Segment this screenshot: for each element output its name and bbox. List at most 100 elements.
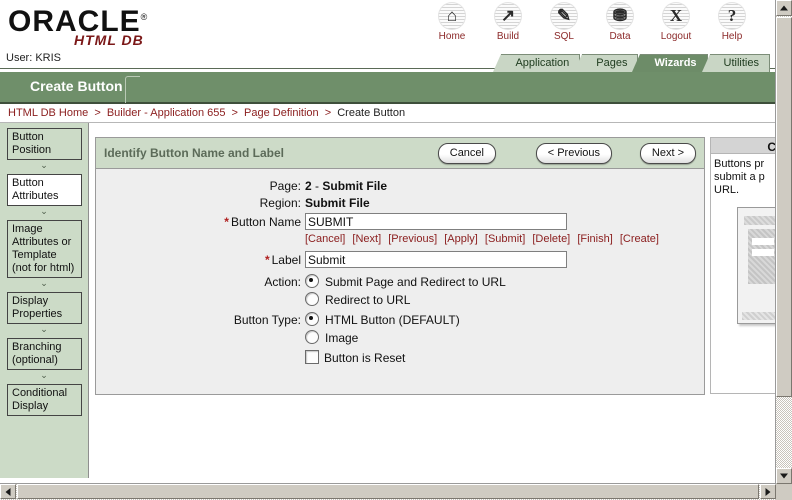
breadcrumb-item-builder[interactable]: Builder - Application 655 [107,107,226,119]
tab-pages[interactable]: Pages [574,54,639,72]
required-asterisk: * [264,252,270,267]
browser-viewport: ORACLE® HTML DB ⌂ Home ↗ Build ✎ SQL ⛃ D… [0,0,792,500]
horizontal-scrollbar[interactable] [0,483,776,500]
cancel-button[interactable]: Cancel [437,143,496,164]
action-label: Action: [264,274,301,289]
label-row: * Label [96,251,704,268]
radio-image-icon[interactable] [305,330,319,344]
action-option-1[interactable]: Submit Page and Redirect to URL [305,274,506,289]
home-icon: ⌂ [438,2,466,30]
help-panel-text: Buttons pr submit a p URL. [714,158,765,196]
vertical-scrollbar[interactable] [775,0,792,484]
checkbox-button-is-reset-icon[interactable] [305,350,319,364]
scrollbar-corner [776,484,792,500]
breadcrumb: HTML DB Home > Builder - Application 655… [8,107,405,119]
arrow-left-icon [5,487,11,496]
page-field-label: Page: [269,179,301,193]
htmldb-product-name: HTML DB [74,32,144,48]
label-input[interactable] [305,251,567,268]
help-glyph: ? [727,6,737,25]
scroll-down-button[interactable] [776,468,792,484]
breadcrumb-separator: > [231,107,238,119]
logout-icon: X [662,2,690,30]
label-field-label-text: Label [271,252,301,267]
radio-submit-redirect-icon[interactable] [305,274,319,288]
action-row-2: Redirect to URL [96,292,704,307]
reset-checkbox-group[interactable]: Button is Reset [305,350,405,365]
icon-navigation: ⌂ Home ↗ Build ✎ SQL ⛃ Data X Logout ? H… [430,0,754,42]
nav-build-label: Build [496,31,520,42]
panel-body: Page: 2 - Submit File Region: Submit Fil… [96,169,704,376]
scroll-right-button[interactable] [760,484,776,499]
tab-utilities[interactable]: Utilities [701,54,770,72]
action-row-1: Action: Submit Page and Redirect to URL [96,274,704,289]
tab-application[interactable]: Application [493,54,581,72]
scroll-left-button[interactable] [0,484,16,499]
breadcrumb-item-home[interactable]: HTML DB Home [8,107,88,119]
tab-wizards[interactable]: Wizards [632,54,708,72]
page-title-band: Create Button [0,72,776,104]
button-name-label: * Button Name [96,215,305,229]
shortcut-create[interactable]: [Create] [620,233,659,245]
sql-glyph: ✎ [556,6,572,25]
shortcut-finish[interactable]: [Finish] [577,233,612,245]
sidebar-item-branching[interactable]: Branching (optional) [7,338,82,370]
panel-title: Identify Button Name and Label [104,146,285,160]
region-row: Region: Submit File [96,196,704,210]
user-label: User: KRIS [6,52,62,64]
action-option-1-label: Submit Page and Redirect to URL [325,275,506,289]
button-type-option-2-label: Image [325,331,359,345]
shortcut-delete[interactable]: [Delete] [532,233,570,245]
region-field-label: Region: [259,196,301,210]
reset-checkbox-label: Button is Reset [324,351,406,365]
nav-sql-label: SQL [553,31,574,42]
shortcut-previous[interactable]: [Previous] [388,233,437,245]
button-type-row-1: Button Type: HTML Button (DEFAULT) [96,312,704,327]
sidebar-item-button-position[interactable]: Button Position [7,128,82,160]
nav-sql[interactable]: ✎ SQL [542,0,586,42]
shortcut-cancel[interactable]: [Cancel] [305,233,345,245]
help-panel: C Buttons pr submit a p URL. [710,137,780,394]
nav-help[interactable]: ? Help [710,0,754,42]
shortcut-submit[interactable]: [Submit] [485,233,525,245]
help-panel-title: C [711,138,779,154]
nav-home[interactable]: ⌂ Home [430,0,474,42]
illustration-button-2 [752,249,774,256]
data-glyph: ⛃ [612,6,628,25]
button-type-option-1[interactable]: HTML Button (DEFAULT) [305,312,460,327]
required-asterisk: * [224,214,229,229]
sidebar-item-display-properties[interactable]: Display Properties [7,292,82,324]
vertical-scroll-thumb[interactable] [776,17,792,397]
action-option-2-label: Redirect to URL [325,293,411,307]
breadcrumb-bar: HTML DB Home > Builder - Application 655… [0,104,776,123]
button-name-input[interactable] [305,213,567,230]
nav-data-label: Data [609,31,631,42]
button-type-label: Button Type: [233,312,301,327]
registered-mark-icon: ® [140,12,149,22]
reset-row: Button is Reset [96,350,704,365]
action-option-2[interactable]: Redirect to URL [305,292,410,307]
button-type-option-2[interactable]: Image [305,330,358,345]
radio-html-button-icon[interactable] [305,312,319,326]
nav-data[interactable]: ⛃ Data [598,0,642,42]
horizontal-scroll-thumb[interactable] [17,484,759,499]
shortcut-next[interactable]: [Next] [352,233,381,245]
nav-logout[interactable]: X Logout [654,0,698,42]
arrow-up-icon [780,5,788,11]
chevron-down-icon: ⌄ [40,160,48,170]
sidebar-item-image-attributes[interactable]: Image Attributes or Template (not for ht… [7,220,82,278]
sidebar-item-button-attributes[interactable]: Button Attributes [7,174,82,206]
button-name-label-text: Button Name [230,214,301,229]
nav-build[interactable]: ↗ Build [486,0,530,42]
breadcrumb-item-current: Create Button [337,107,406,119]
breadcrumb-item-page-definition[interactable]: Page Definition [244,107,319,119]
chevron-down-icon: ⌄ [40,370,48,380]
sidebar-item-conditional-display[interactable]: Conditional Display [7,384,82,416]
data-icon: ⛃ [606,2,634,30]
scroll-up-button[interactable] [776,0,792,16]
shortcut-apply[interactable]: [Apply] [444,233,478,245]
main-tabs: Application Pages Wizards Utilities [493,52,772,72]
radio-redirect-icon[interactable] [305,292,319,306]
previous-button[interactable]: < Previous [535,143,612,164]
next-button[interactable]: Next > [639,143,696,164]
